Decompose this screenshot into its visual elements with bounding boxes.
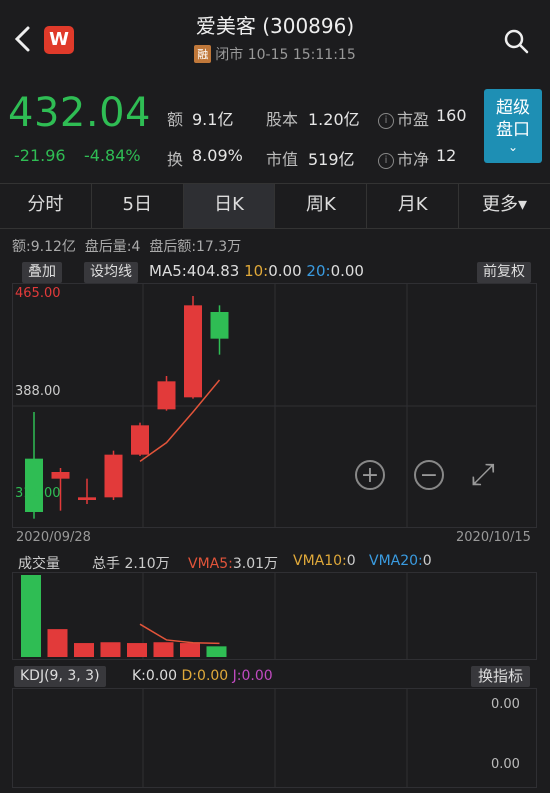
j-label: J: — [232, 668, 242, 684]
ma20-value: 0.00 — [330, 262, 364, 280]
candle-body — [104, 454, 123, 498]
volume-label: 成交量 — [18, 556, 60, 572]
ma10-value: 0.00 — [268, 262, 302, 280]
y-axis-mid: 388.00 — [15, 384, 61, 399]
kdj-readout: K:0.00 D:0.00 J:0.00 — [132, 668, 273, 684]
candle-body — [210, 312, 229, 339]
pb-value: 12 — [436, 146, 457, 165]
zoom-in-icon[interactable]: + — [355, 460, 385, 490]
volume-bar — [74, 643, 94, 657]
after-hours-stats: 额:9.12亿 盘后量:4 盘后额:17.3万 — [12, 239, 242, 255]
switch-indicator-button[interactable]: 换指标 — [471, 666, 531, 687]
zoom-out-icon[interactable]: − — [414, 460, 444, 490]
vma5-label: VMA5: — [188, 556, 233, 572]
vma5-readout: VMA5:3.01万 — [188, 553, 278, 573]
volume-bar — [21, 575, 41, 657]
kdj-axis-top: 0.00 — [491, 697, 520, 712]
status-text: 闭市 10-15 15:11:15 — [215, 47, 356, 63]
volume-bar — [127, 643, 147, 657]
vma20-readout: VMA20:0 — [369, 553, 432, 569]
mktcap-value: 519亿 — [308, 150, 355, 169]
vma10-label: VMA10: — [293, 553, 347, 569]
shares-label: 股本 — [266, 110, 299, 129]
ma20-label: 20: — [306, 262, 331, 280]
volume-total-value: 2.10万 — [124, 556, 170, 572]
vma10-value: 0 — [346, 553, 356, 569]
super-btn-line2: 盘口 — [496, 120, 530, 140]
top-bar: W 爱美客 (300896) 融闭市 10-15 15:11:15 — [0, 0, 550, 75]
volume-bar — [153, 642, 174, 657]
last-price: 432.04 — [8, 90, 151, 136]
info-icon: i — [378, 113, 394, 129]
ma5-label: MA5: — [149, 262, 187, 280]
price-adjust-button[interactable]: 前复权 — [477, 262, 531, 283]
turnover-label: 换 — [167, 150, 184, 169]
stock-title: 爱美客 (300896) — [195, 14, 355, 38]
kdj-axis-bottom: 0.00 — [491, 757, 520, 772]
y-axis-high: 465.00 — [15, 286, 61, 301]
candle-body — [51, 472, 70, 479]
tab-5day[interactable]: 5日 — [92, 184, 184, 228]
j-value: 0.00 — [241, 668, 273, 684]
expand-icon[interactable]: ⤢ — [471, 458, 505, 492]
kdj-indicator-button[interactable]: KDJ(9, 3, 3) — [14, 666, 106, 687]
tab-weekly-k[interactable]: 周K — [275, 184, 368, 228]
super-order-book-button[interactable]: 超级 盘口 ⌄ — [484, 89, 542, 163]
vma5-line — [139, 623, 220, 645]
candle-body — [78, 497, 96, 500]
k-label: K: — [132, 668, 146, 684]
tab-daily-k[interactable]: 日K — [183, 184, 276, 228]
y-axis-low: 311.00 — [15, 486, 61, 501]
info-icon: i — [378, 153, 394, 169]
ma5-line — [139, 379, 221, 462]
candle-body — [131, 425, 149, 455]
candle-body — [184, 305, 202, 398]
tab-more[interactable]: 更多▾ — [459, 184, 550, 228]
market-status: 融闭市 10-15 15:11:15 — [0, 44, 550, 64]
overlay-button[interactable]: 叠加 — [22, 262, 62, 283]
volume-chart[interactable] — [12, 572, 537, 660]
tab-monthly-k[interactable]: 月K — [367, 184, 460, 228]
super-btn-line1: 超级 — [496, 98, 530, 118]
pe-label[interactable]: i 市盈 — [378, 106, 429, 130]
amount-value: 9.1亿 — [192, 110, 234, 129]
volume-bar — [100, 642, 121, 657]
pe-value: 160 — [436, 106, 467, 125]
volume-bar — [47, 629, 68, 657]
vma20-value: 0 — [422, 553, 432, 569]
pb-label[interactable]: i 市净 — [378, 146, 429, 170]
shares-value: 1.20亿 — [308, 110, 360, 129]
mktcap-label: 市值 — [266, 150, 299, 169]
vma5-value: 3.01万 — [232, 556, 279, 572]
margin-badge: 融 — [194, 45, 212, 63]
volume-bar — [206, 646, 227, 657]
ma5-value: 404.83 — [186, 262, 240, 280]
turnover-value: 8.09% — [192, 146, 243, 165]
price-change-pct: -4.84% — [84, 146, 141, 165]
d-value: 0.00 — [197, 668, 229, 684]
pb-label-text: 市净 — [397, 150, 430, 169]
volume-total: 总手 2.10万 — [92, 553, 170, 573]
ma-readout: MA5:404.83 10:0.00 20:0.00 — [149, 262, 364, 280]
price-change: -21.96 — [14, 146, 66, 165]
search-icon[interactable] — [503, 28, 529, 54]
volume-total-label: 总手 — [92, 556, 120, 572]
date-end: 2020/10/15 — [456, 530, 531, 545]
volume-bar — [180, 643, 200, 657]
period-tabs: 分时 5日 日K 周K 月K 更多▾ — [0, 183, 550, 229]
kline-chart[interactable]: 465.00 388.00 311.00 + − ⤢ — [12, 283, 537, 528]
vma10-readout: VMA10:0 — [293, 553, 356, 569]
candle-body — [157, 381, 176, 410]
kdj-chart[interactable]: 0.00 0.00 — [12, 688, 537, 788]
tab-intraday[interactable]: 分时 — [0, 184, 92, 228]
pe-label-text: 市盈 — [397, 110, 430, 129]
ma10-label: 10: — [244, 262, 269, 280]
vma20-label: VMA20: — [369, 553, 423, 569]
chevron-down-icon: ⌄ — [507, 140, 519, 154]
amount-label: 额 — [167, 110, 184, 129]
d-label: D: — [181, 668, 198, 684]
ma-settings-button[interactable]: 设均线 — [84, 262, 138, 283]
date-start: 2020/09/28 — [16, 530, 91, 545]
k-value: 0.00 — [145, 668, 178, 684]
